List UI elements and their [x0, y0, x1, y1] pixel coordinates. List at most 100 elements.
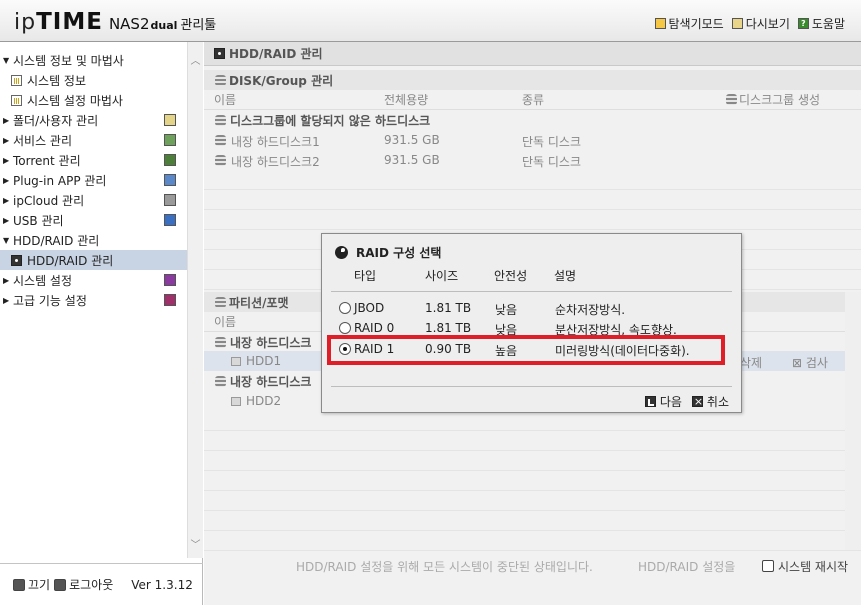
scroll-down-icon[interactable]: ﹀ [188, 538, 203, 554]
unassigned-disks-group: 디스크그룹에 할당되지 않은 하드디스크 [204, 110, 861, 130]
table-row[interactable]: 내장 하드디스크2 931.5 GB 단독 디스크 [204, 150, 861, 170]
divider [331, 386, 732, 387]
disk-icon [11, 254, 22, 266]
radio-jbod[interactable] [339, 302, 351, 314]
refresh-label: 다시보기 [745, 17, 790, 31]
partition-scrollbar[interactable] [845, 292, 861, 550]
explorer-mode-label: 탐색기모드 [668, 17, 724, 31]
disk-stack-icon [215, 336, 226, 348]
create-disk-group-label: 디스크그룹 생성 [739, 93, 821, 107]
chevron-right-icon: ▶ [3, 135, 10, 145]
sidebar-item-label: 시스템 정보 및 마법사 [13, 53, 124, 68]
sidebar-menu: ▼ 시스템 정보 및 마법사 시스템 정보 시스템 설정 마법사 ▶ 폴더/사용… [0, 50, 187, 310]
header: ip TIME NAS2 dual 관리툴 탐색기모드 다시보기 ? 도움말 [0, 0, 861, 42]
dialog-buttons: 다음 취소 [644, 393, 729, 410]
help-link[interactable]: ? 도움말 [797, 15, 845, 32]
sidebar-footer: 끄기 로그아웃 Ver 1.3.12 [0, 563, 203, 605]
sidebar-item-label: USB 관리 [13, 213, 64, 228]
chevron-down-icon: ▼ [3, 235, 10, 245]
partition-empty-area [204, 411, 861, 551]
col-type: 종류 [522, 93, 545, 107]
sidebar-item-setup-wizard[interactable]: 시스템 설정 마법사 [0, 90, 187, 110]
explorer-mode-link[interactable]: 탐색기모드 [654, 15, 724, 32]
disk-stack-icon [215, 74, 226, 86]
partition-title: 파티션/포맷 [229, 295, 289, 310]
raid-option-jbod[interactable]: JBOD 1.81 TB 낮음 순차저장방식. [339, 298, 729, 318]
app-window: ip TIME NAS2 dual 관리툴 탐색기모드 다시보기 ? 도움말 ▼… [0, 0, 861, 605]
sidebar-item-hdd-raid-group[interactable]: ▼ HDD/RAID 관리 [0, 230, 187, 250]
option-size: 1.81 TB [425, 321, 472, 335]
option-size: 1.81 TB [425, 301, 472, 315]
power-off-label: 끄기 [28, 578, 51, 592]
next-button[interactable]: 다음 [644, 393, 682, 410]
system-restart-button[interactable]: 시스템 재시작 [762, 558, 848, 575]
refresh-icon [731, 18, 743, 29]
hdd-label: HDD2 [246, 394, 282, 408]
sidebar-item-ipcloud[interactable]: ▶ ipCloud 관리 [0, 190, 187, 210]
raid-config-dialog: RAID 구성 선택 타입 사이즈 안전성 설명 JBOD 1.81 TB 낮음… [321, 233, 742, 413]
refresh-link[interactable]: 다시보기 [731, 15, 790, 32]
check-label: 검사 [805, 356, 828, 370]
chevron-right-icon: ▶ [3, 275, 10, 285]
sidebar-item-label: 고급 기능 설정 [13, 293, 87, 308]
chart-icon [11, 74, 22, 86]
highlight-annotation [327, 335, 725, 365]
col-name: 이름 [214, 93, 237, 107]
row-type: 단독 디스크 [522, 155, 582, 169]
disk-stack-icon [215, 155, 226, 166]
logout-label: 로그아웃 [69, 578, 114, 592]
partition-group-name: 내장 하드디스크 [230, 335, 312, 350]
sidebar-item-folder-user[interactable]: ▶ 폴더/사용자 관리 [0, 110, 187, 130]
brand-subtitle: 관리툴 [180, 18, 217, 33]
brand-model: NAS2 [108, 15, 150, 33]
cancel-button[interactable]: 취소 [691, 393, 729, 410]
sidebar-item-label: HDD/RAID 관리 [27, 253, 114, 268]
sidebar-scrollbar[interactable]: ︿ ﹀ [187, 42, 203, 558]
row-name: 내장 하드디스크1 [215, 133, 320, 150]
partition-group-name: 내장 하드디스크 [230, 374, 312, 389]
sidebar-item-label: 서비스 관리 [13, 133, 73, 148]
check-button[interactable]: ⊠ 검사 [792, 354, 828, 371]
sidebar-item-service[interactable]: ▶ 서비스 관리 [0, 130, 187, 150]
sidebar-item-system-settings[interactable]: ▶ 시스템 설정 [0, 270, 187, 290]
col-safety: 안전성 [494, 269, 528, 283]
status-message: HDD/RAID 설정을 위해 모든 시스템이 중단된 상태입니다. [296, 559, 593, 574]
sidebar-item-advanced[interactable]: ▶ 고급 기능 설정 [0, 290, 187, 310]
radio-raid0[interactable] [339, 322, 351, 334]
chevron-down-icon: ▼ [3, 55, 10, 65]
panel-title-label: HDD/RAID 관리 [229, 47, 323, 61]
divider [331, 291, 732, 292]
close-icon [691, 396, 703, 407]
chevron-right-icon: ▶ [3, 115, 10, 125]
sidebar-item-hdd-raid[interactable]: HDD/RAID 관리 [0, 250, 187, 270]
logout-button[interactable]: 로그아웃 [54, 576, 113, 593]
sidebar-item-plugin[interactable]: ▶ Plug-in APP 관리 [0, 170, 187, 190]
row-name-text: 내장 하드디스크2 [231, 155, 320, 169]
disk-stack-icon [215, 296, 226, 308]
sidebar-item-label: 시스템 설정 [13, 273, 73, 288]
create-disk-group-button[interactable]: 디스크그룹 생성 [726, 91, 820, 108]
status-bar: HDD/RAID 설정을 위해 모든 시스템이 중단된 상태입니다. HDD/R… [204, 553, 861, 579]
sidebar-item-label: 폴더/사용자 관리 [13, 113, 99, 128]
check-icon: ⊠ [792, 356, 803, 370]
delete-button[interactable]: 삭제 [740, 354, 762, 371]
brand-logo: ip TIME NAS2 dual 관리툴 [14, 9, 216, 35]
power-off-button[interactable]: 끄기 [13, 576, 50, 593]
chevron-right-icon: ▶ [3, 215, 10, 225]
settings-icon [164, 274, 176, 286]
sidebar-item-label: Torrent 관리 [13, 153, 81, 168]
restart-icon [762, 560, 774, 572]
pie-icon [335, 246, 348, 259]
table-row[interactable]: 내장 하드디스크1 931.5 GB 단독 디스크 [204, 130, 861, 150]
scroll-up-icon[interactable]: ︿ [188, 54, 203, 70]
sidebar-item-system-info-wizard[interactable]: ▼ 시스템 정보 및 마법사 [0, 50, 187, 70]
disk-group-section-title: DISK/Group 관리 [204, 70, 861, 90]
sidebar-item-usb[interactable]: ▶ USB 관리 [0, 210, 187, 230]
sidebar-item-label: ipCloud 관리 [13, 193, 85, 208]
option-type: JBOD [354, 301, 385, 315]
hdd-icon [231, 397, 241, 406]
chevron-right-icon: ▶ [3, 195, 10, 205]
sidebar-item-system-info[interactable]: 시스템 정보 [0, 70, 187, 90]
disk-group-title: DISK/Group 관리 [229, 73, 334, 88]
sidebar-item-torrent[interactable]: ▶ Torrent 관리 [0, 150, 187, 170]
